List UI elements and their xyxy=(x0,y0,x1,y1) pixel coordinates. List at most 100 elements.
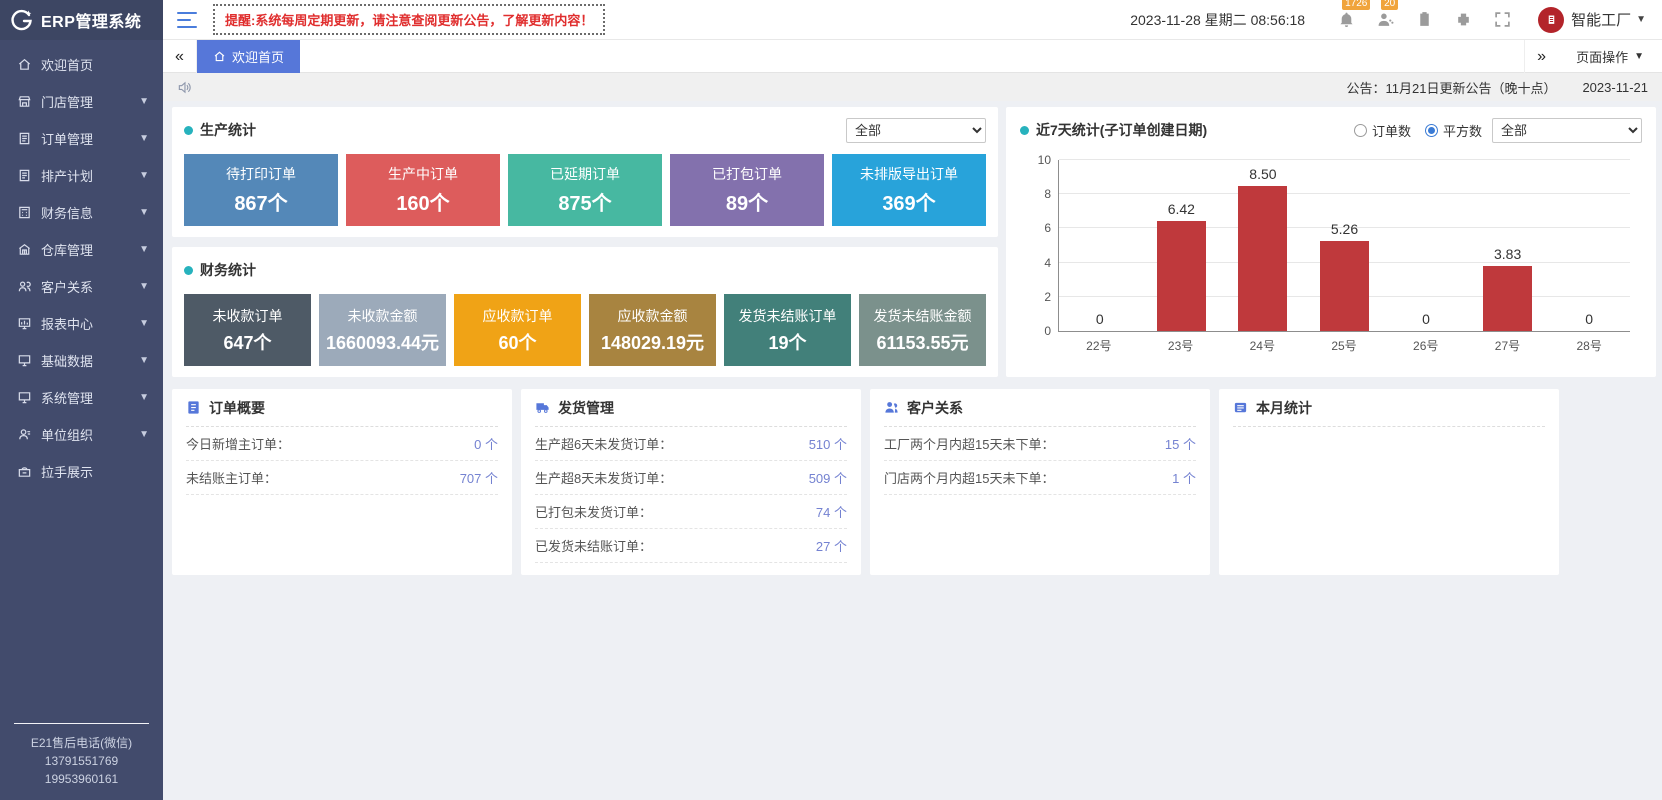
row-value-link[interactable]: 509 个 xyxy=(809,468,847,487)
seven-day-chart-panel: 近7天统计(子订单创建日期) 订单数 平方数 xyxy=(1006,107,1656,377)
sidebar-item-schedule[interactable]: 排产计划 ▼ xyxy=(0,157,163,194)
customer-relations-panel: 客户关系 工厂两个月内超15天未下单： 15 个 门店两个月内超15天未下单： … xyxy=(870,389,1210,575)
row-value-link[interactable]: 27 个 xyxy=(816,536,847,555)
sidebar-item-orders[interactable]: 订单管理 ▼ xyxy=(0,120,163,157)
radio-order-count[interactable]: 订单数 xyxy=(1354,121,1411,140)
radio-label: 订单数 xyxy=(1372,121,1411,140)
stat-card-receivable-amount[interactable]: 应收款金额 148029.19元 xyxy=(589,294,716,366)
card-list-icon xyxy=(1233,400,1248,415)
info-row: 生产超6天未发货订单： 510 个 xyxy=(535,427,847,461)
stat-value: 61153.55元 xyxy=(876,329,968,355)
handle-icon xyxy=(17,464,32,479)
row-label: 生产超6天未发货订单： xyxy=(535,434,672,453)
panel-title: 订单概要 xyxy=(209,398,265,418)
chevron-down-icon: ▼ xyxy=(139,207,149,218)
fullscreen-button[interactable] xyxy=(1494,11,1511,28)
panel-title: 发货管理 xyxy=(558,398,614,418)
sidebar-item-display[interactable]: 拉手展示 xyxy=(0,453,163,490)
collapse-menu-icon[interactable] xyxy=(177,12,197,28)
row-value-link[interactable]: 15 个 xyxy=(1165,434,1196,453)
announcement-link[interactable]: 公告：11月21日更新公告（晚十点） xyxy=(1346,78,1556,97)
avatar[interactable] xyxy=(1538,7,1564,33)
row-value-link[interactable]: 510 个 xyxy=(809,434,847,453)
sidebar-item-label: 排产计划 xyxy=(41,166,130,185)
app-logo: ERP管理系统 xyxy=(0,0,163,40)
stat-card-in-production[interactable]: 生产中订单 160个 xyxy=(346,154,500,226)
truck-icon xyxy=(535,400,550,415)
stat-label: 未排版导出订单 xyxy=(860,164,958,184)
sidebar-item-label: 财务信息 xyxy=(41,203,130,222)
stat-card-packed[interactable]: 已打包订单 89个 xyxy=(670,154,824,226)
sidebar-item-label: 拉手展示 xyxy=(41,462,149,481)
page-actions-label: 页面操作 xyxy=(1576,47,1628,66)
announcement-date: 2023-11-21 xyxy=(1582,80,1648,95)
logo-icon xyxy=(10,8,34,32)
order-icon xyxy=(17,131,32,146)
stat-label: 发货未结账金额 xyxy=(874,306,972,326)
stat-card-to-print[interactable]: 待打印订单 867个 xyxy=(184,154,338,226)
notifications-button[interactable]: 1726 xyxy=(1338,11,1355,28)
sidebar-item-organization[interactable]: 单位组织 ▼ xyxy=(0,416,163,453)
radio-square-meters[interactable]: 平方数 xyxy=(1425,121,1482,140)
tab-welcome-home[interactable]: 欢迎首页 xyxy=(197,40,300,73)
monitor-icon xyxy=(17,390,32,405)
info-row: 生产超8天未发货订单： 509 个 xyxy=(535,461,847,495)
sidebar-item-reports[interactable]: 报表中心 ▼ xyxy=(0,305,163,342)
stat-card-unscheduled[interactable]: 未排版导出订单 369个 xyxy=(832,154,986,226)
sidebar: ERP管理系统 欢迎首页 门店管理 ▼ 订单管理 ▼ 排产计划 ▼ xyxy=(0,0,163,800)
chart-filter-select[interactable]: 全部 xyxy=(1492,118,1642,143)
order-summary-panel: 订单概要 今日新增主订单： 0 个 未结账主订单： 707 个 xyxy=(172,389,512,575)
stat-value: 867个 xyxy=(234,187,287,216)
row-value-link[interactable]: 74 个 xyxy=(816,502,847,521)
production-filter-select[interactable]: 全部 xyxy=(846,118,986,143)
stat-card-unpaid-amount[interactable]: 未收款金额 1660093.44元 xyxy=(319,294,446,366)
stat-label: 应收款订单 xyxy=(483,306,553,326)
bar-chart: 024681006.428.505.2603.830 22号23号24号25号2… xyxy=(1020,160,1642,369)
account-menu[interactable]: 智能工厂 ▼ xyxy=(1571,9,1646,30)
sidebar-item-customers[interactable]: 客户关系 ▼ xyxy=(0,268,163,305)
sidebar-item-warehouse[interactable]: 仓库管理 ▼ xyxy=(0,231,163,268)
sidebar-item-label: 系统管理 xyxy=(41,388,130,407)
sidebar-item-basedata[interactable]: 基础数据 ▼ xyxy=(0,342,163,379)
row-value-link[interactable]: 707 个 xyxy=(460,468,498,487)
printer-icon xyxy=(1455,11,1472,28)
tabs-scroll-left-button[interactable]: « xyxy=(163,40,197,73)
tabs-scroll-right-button[interactable]: » xyxy=(1524,40,1558,73)
sidebar-item-finance[interactable]: 财务信息 ▼ xyxy=(0,194,163,231)
stat-card-delayed[interactable]: 已延期订单 875个 xyxy=(508,154,662,226)
chart-plot: 024681006.428.505.2603.830 xyxy=(1058,160,1630,332)
row-value-link[interactable]: 0 个 xyxy=(474,434,498,453)
logo-text: ERP管理系统 xyxy=(41,8,141,32)
stat-card-receivable-orders[interactable]: 应收款订单 60个 xyxy=(454,294,581,366)
stat-card-shipped-unsettled-orders[interactable]: 发货未结账订单 19个 xyxy=(724,294,851,366)
page-actions-menu[interactable]: 页面操作 ▼ xyxy=(1558,47,1662,66)
clipboard-icon xyxy=(1416,11,1433,28)
user-badge: 20 xyxy=(1381,0,1398,10)
row-value-link[interactable]: 1 个 xyxy=(1172,468,1196,487)
row-label: 已发货未结账订单： xyxy=(535,536,652,555)
stat-value: 148029.19元 xyxy=(601,329,704,355)
monitor-icon xyxy=(17,353,32,368)
finance-stats-panel: 财务统计 未收款订单 647个 未收款金额 1660093.44元 xyxy=(172,247,998,377)
row-label: 未结账主订单： xyxy=(186,468,277,487)
sidebar-item-system[interactable]: 系统管理 ▼ xyxy=(0,379,163,416)
customers-icon xyxy=(17,279,32,294)
stat-card-unpaid-orders[interactable]: 未收款订单 647个 xyxy=(184,294,311,366)
sidebar-item-home[interactable]: 欢迎首页 xyxy=(0,46,163,83)
chevron-down-icon: ▼ xyxy=(1636,14,1646,25)
tasks-button[interactable] xyxy=(1416,11,1433,28)
warehouse-icon xyxy=(17,242,32,257)
stat-value: 60个 xyxy=(498,329,536,355)
stat-value: 1660093.44元 xyxy=(326,329,439,355)
sidebar-item-stores[interactable]: 门店管理 ▼ xyxy=(0,83,163,120)
user-requests-button[interactable]: 20 xyxy=(1377,11,1394,28)
system-notice: 提醒:系统每周定期更新，请注意查阅更新公告，了解更新内容！ xyxy=(213,4,605,35)
shipping-panel: 发货管理 生产超6天未发货订单： 510 个 生产超8天未发货订单： 509 个… xyxy=(521,389,861,575)
stat-card-shipped-unsettled-amount[interactable]: 发货未结账金额 61153.55元 xyxy=(859,294,986,366)
print-button[interactable] xyxy=(1455,11,1472,28)
announcement-bar: 公告：11月21日更新公告（晚十点） 2023-11-21 xyxy=(163,73,1662,101)
footer-line: E21售后电话(微信) xyxy=(0,734,163,752)
user-add-icon xyxy=(1377,11,1394,28)
stat-label: 待打印订单 xyxy=(226,164,296,184)
stat-label: 已延期订单 xyxy=(550,164,620,184)
